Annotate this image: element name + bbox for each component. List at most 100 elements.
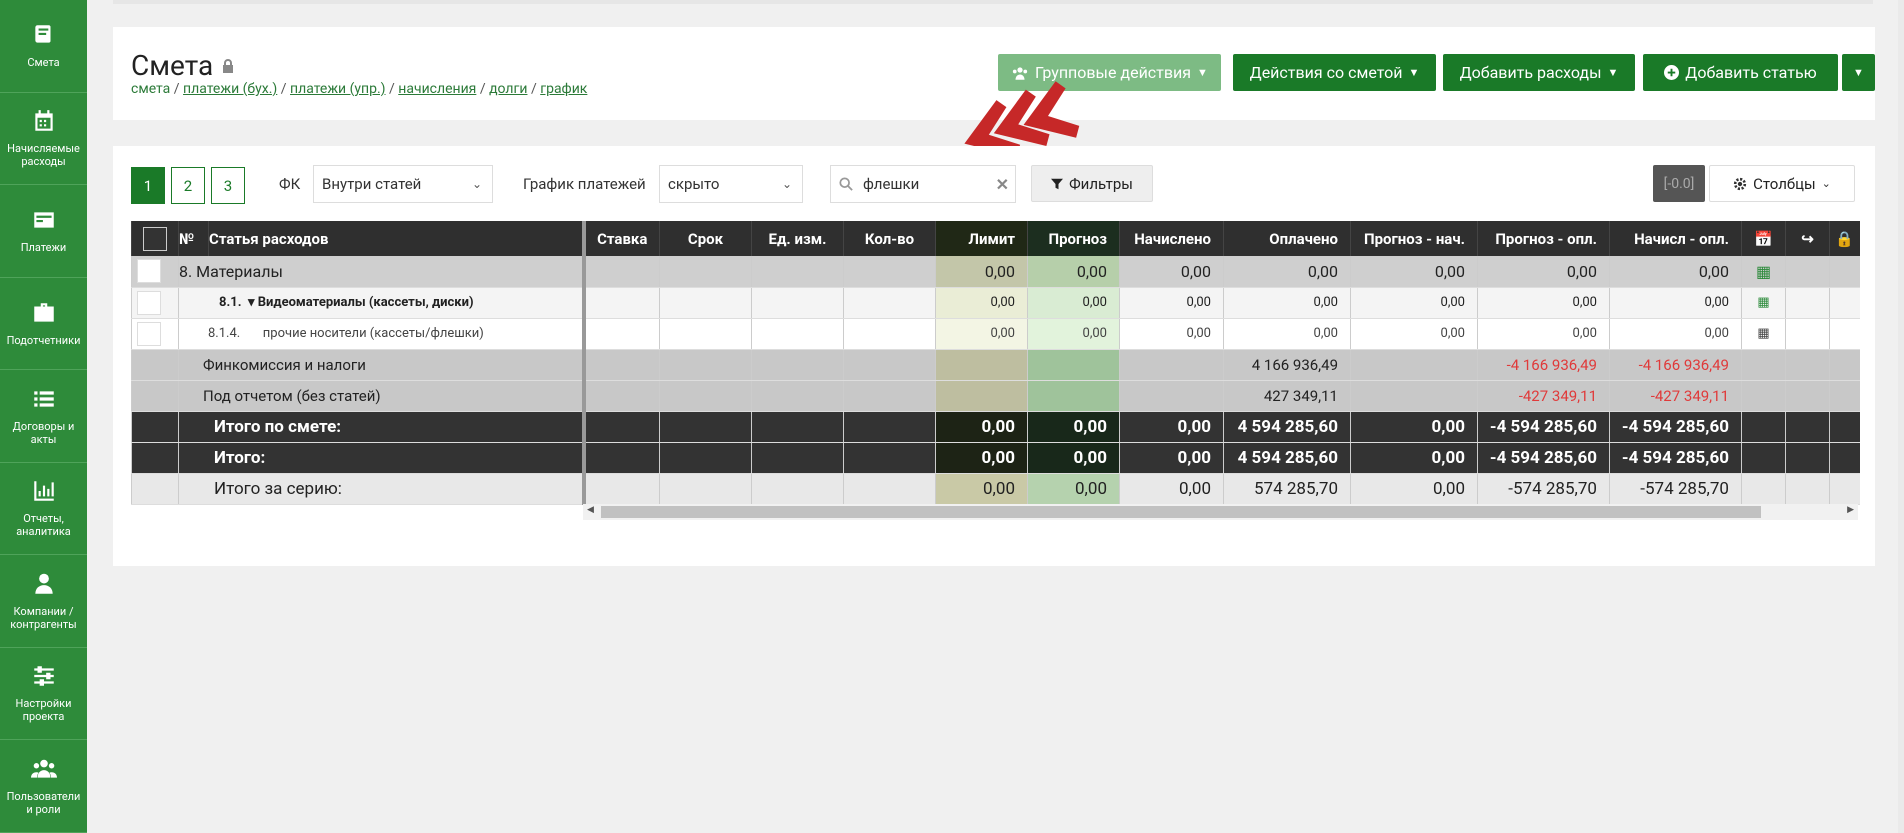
person-icon: [34, 573, 53, 594]
sidebar-item-reports[interactable]: Отчеты, аналитика: [0, 463, 87, 555]
row-number: 8.1.: [219, 295, 242, 310]
col-number[interactable]: №: [178, 221, 209, 256]
add-item-dropdown-button[interactable]: ▼: [1842, 54, 1875, 91]
select-all-cell[interactable]: [131, 221, 179, 256]
users-icon: [30, 759, 57, 778]
payments-icon: [33, 212, 54, 228]
breadcrumb-link-debts[interactable]: долги: [489, 81, 527, 97]
sidebar-item-label: Настройки проекта: [15, 697, 72, 724]
zero-badge[interactable]: [-0.0]: [1653, 165, 1705, 202]
col-forecast[interactable]: Прогноз: [1027, 221, 1120, 256]
add-expenses-button[interactable]: Добавить расходы ▼: [1443, 54, 1635, 91]
briefcase-icon: [33, 303, 54, 322]
col-forecast-paid[interactable]: Прогноз - опл.: [1477, 221, 1610, 256]
breadcrumb-link-schedule[interactable]: график: [540, 81, 587, 97]
chevron-down-icon: ▼: [1408, 66, 1420, 79]
fk-select[interactable]: Внутри статей ⌄: [313, 165, 493, 203]
row-name: 8. Материалы: [178, 256, 586, 288]
sidebar-item-settings[interactable]: Настройки проекта: [0, 648, 87, 740]
col-unit[interactable]: Ед. изм.: [751, 221, 844, 256]
col-rate[interactable]: Ставка: [583, 221, 660, 256]
breadcrumb: смета / платежи (бух.) / платежи (упр.) …: [131, 81, 588, 97]
row-name: Итого:: [178, 442, 586, 474]
columns-button[interactable]: Столбцы ⌄: [1709, 165, 1855, 202]
breadcrumb-link-payments-acc[interactable]: платежи (бух.): [183, 81, 277, 97]
lock-icon: [223, 58, 234, 73]
scroll-left-icon[interactable]: ◀: [587, 505, 594, 515]
top-strip: [113, 0, 1873, 4]
estimate-table: № Статья расходов Ставка Срок Ед. изм. К…: [131, 221, 1860, 505]
chevron-down-icon: ▼: [1197, 66, 1208, 79]
breadcrumb-link-accruals[interactable]: начисления: [398, 81, 476, 97]
calendar-icon[interactable]: ▦: [1741, 256, 1786, 288]
chevron-down-icon: ⌄: [781, 177, 792, 191]
calendar-icon[interactable]: ▦: [1741, 318, 1786, 350]
table-header-row: № Статья расходов Ставка Срок Ед. изм. К…: [131, 221, 1860, 256]
plus-circle-icon: [1664, 65, 1680, 80]
estimate-panel: 1 2 3 ФК Внутри статей ⌄ График платежей …: [113, 146, 1875, 566]
sidebar-item-label: Платежи: [20, 241, 67, 255]
table-row: Итого: 0,00 0,00 0,00 4 594 285,60 0,00 …: [131, 442, 1860, 474]
table-row[interactable]: 8.1.4. прочие носители (кассеты/флешки) …: [131, 318, 1860, 350]
add-item-button[interactable]: Добавить статью: [1643, 54, 1838, 91]
col-share[interactable]: ↪: [1785, 221, 1830, 256]
gear-icon: [1734, 177, 1747, 190]
chevron-down-icon: ⌄: [471, 177, 482, 191]
col-qty[interactable]: Кол-во: [843, 221, 936, 256]
table-row: Итого за серию: 0,00 0,00 0,00 574 285,7…: [131, 473, 1860, 505]
table-row[interactable]: 8.1. ▾ Видеоматериалы (кассеты, диски) 0…: [131, 287, 1860, 319]
sidebar-item-label: Пользователи и роли: [6, 789, 81, 816]
col-accrued[interactable]: Начислено: [1119, 221, 1224, 256]
row-checkbox[interactable]: [131, 256, 179, 288]
breadcrumb-current: смета: [131, 81, 171, 97]
sidebar-item-label: Компании / контрагенты: [10, 604, 77, 631]
page-title: Смета: [131, 49, 235, 82]
page-3-button[interactable]: 3: [211, 167, 245, 204]
scrollbar-thumb[interactable]: [601, 506, 1761, 518]
clear-search-icon[interactable]: ✕: [996, 175, 1009, 194]
row-name: Под отчетом (без статей): [178, 380, 586, 412]
book-icon: [34, 25, 50, 43]
row-name: Видеоматериалы (кассеты, диски): [257, 295, 474, 310]
sidebar-item-payments[interactable]: Платежи: [0, 185, 87, 278]
caret-down-icon: ▾: [247, 295, 255, 310]
sidebar-item-label: Отчеты, аналитика: [16, 512, 71, 539]
col-name[interactable]: Статья расходов: [208, 221, 586, 256]
scroll-right-icon[interactable]: ▶: [1847, 505, 1854, 515]
estimate-actions-button[interactable]: Действия со сметой ▼: [1233, 54, 1436, 91]
bar-chart-icon: [33, 481, 54, 501]
row-name: Итого за серию:: [178, 473, 586, 505]
sidebar-item-contracts[interactable]: Договоры и акты: [0, 370, 87, 463]
col-calendar[interactable]: 📅: [1741, 221, 1786, 256]
search-input[interactable]: флешки ✕: [830, 165, 1016, 203]
row-name: Финкомиссия и налоги: [178, 349, 586, 381]
sidebar-item-estimate[interactable]: Смета: [0, 0, 87, 93]
filters-button[interactable]: Фильтры: [1031, 165, 1153, 202]
sidebar-item-accountables[interactable]: Подотчетники: [0, 278, 87, 370]
schedule-label: График платежей: [523, 175, 646, 193]
col-term[interactable]: Срок: [659, 221, 752, 256]
chevron-down-icon: ⌄: [1821, 177, 1831, 190]
breadcrumb-link-payments-mgmt[interactable]: платежи (упр.): [290, 81, 386, 97]
sidebar-item-label: Договоры и акты: [12, 419, 75, 446]
col-limit[interactable]: Лимит: [935, 221, 1028, 256]
page-2-button[interactable]: 2: [171, 167, 205, 204]
sidebar-item-users[interactable]: Пользователи и роли: [0, 740, 87, 833]
col-forecast-accrued[interactable]: Прогноз - нач.: [1350, 221, 1478, 256]
col-lock[interactable]: 🔒: [1829, 221, 1860, 256]
sidebar-item-accrued[interactable]: Начисляемые расходы: [0, 93, 87, 185]
row-checkbox[interactable]: [131, 287, 179, 319]
share-icon: ↪: [1801, 229, 1814, 248]
vertical-scrollbar[interactable]: [1898, 0, 1904, 833]
sidebar-item-companies[interactable]: Компании / контрагенты: [0, 555, 87, 648]
calendar-icon[interactable]: ▦: [1741, 287, 1786, 319]
row-name: прочие носители (кассеты/флешки): [262, 326, 484, 341]
horizontal-scrollbar[interactable]: ◀ ▶: [583, 504, 1858, 520]
schedule-select[interactable]: скрыто ⌄: [659, 165, 803, 203]
page-1-button[interactable]: 1: [131, 167, 165, 204]
row-number: 8.1.4.: [208, 326, 241, 341]
col-paid[interactable]: Оплачено: [1223, 221, 1351, 256]
row-checkbox[interactable]: [131, 318, 179, 350]
col-accrued-paid[interactable]: Начисл - опл.: [1609, 221, 1742, 256]
table-row[interactable]: 8. Материалы 0,00 0,00 0,00 0,00 0,00 0,…: [131, 256, 1860, 288]
